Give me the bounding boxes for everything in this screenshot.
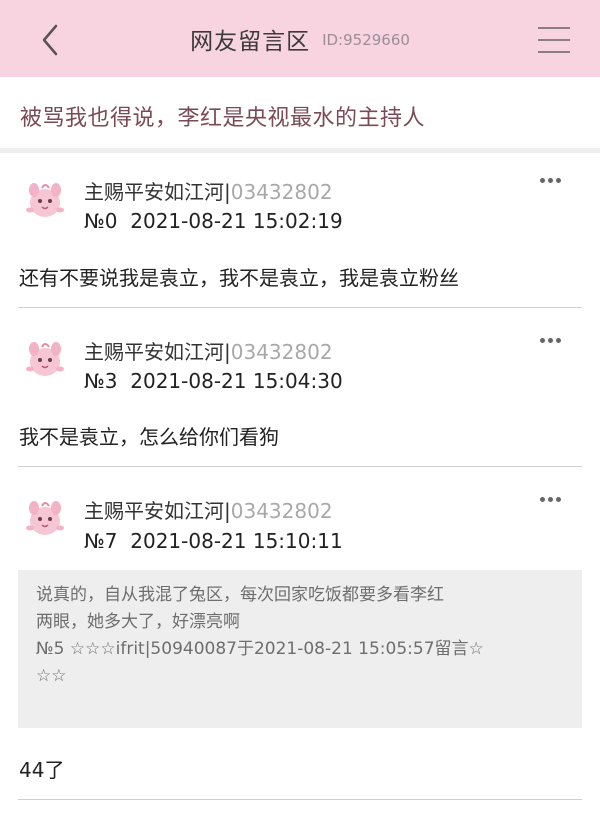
comment-meta: №3 2021-08-21 15:04:30: [84, 369, 343, 393]
comment-datetime: 2021-08-21 15:04:30: [130, 369, 343, 393]
avatar-icon: [26, 501, 64, 535]
comment-number: №7: [84, 529, 118, 553]
author-name: 主赐平安如江河|: [84, 499, 231, 523]
comment-author[interactable]: 主赐平安如江河|03432802: [84, 336, 333, 365]
author-name: 主赐平安如江河|: [84, 340, 231, 364]
dot: [540, 178, 545, 183]
topic-id-label: ID:9529660: [322, 30, 410, 49]
menu-button[interactable]: [538, 27, 570, 53]
comment-datetime: 2021-08-21 15:10:11: [130, 529, 343, 553]
author-uid: 03432802: [230, 499, 333, 523]
more-options-button[interactable]: [538, 176, 564, 186]
dot: [540, 338, 545, 343]
comment-meta: №0 2021-08-21 15:02:19: [84, 209, 343, 233]
dot: [556, 178, 561, 183]
comment-divider: [18, 466, 582, 467]
comment-datetime: 2021-08-21 15:02:19: [130, 209, 343, 233]
hamburger-menu-icon-bar: [538, 51, 570, 53]
header-title-area: 网友留言区 ID:9529660: [0, 0, 600, 77]
avatar-icon: [26, 342, 64, 376]
dot: [548, 178, 553, 183]
author-name: 主赐平安如江河|: [84, 180, 231, 204]
comment-number: №0: [84, 209, 118, 233]
quote-source-line: ☆☆: [36, 666, 67, 686]
heading-divider: [0, 148, 600, 153]
topic-heading: 被骂我也得说，李红是央视最水的主持人: [20, 106, 426, 131]
author-uid: 03432802: [230, 340, 333, 364]
more-options-button[interactable]: [538, 336, 564, 346]
comment-content: 我不是袁立，怎么给你们看狗: [19, 425, 279, 449]
quote-text-line: 说真的，自从我混了兔区，每次回家吃饭都要多看李红: [36, 585, 444, 605]
quote-source-line: №5 ☆☆☆ifrit|50940087于2021-08-21 15:05:57…: [36, 639, 484, 659]
comment-divider: [18, 307, 582, 308]
dot: [556, 497, 561, 502]
dot: [548, 338, 553, 343]
avatar-icon: [26, 183, 64, 217]
page-title: 网友留言区: [190, 28, 311, 55]
dot: [548, 497, 553, 502]
comment-author[interactable]: 主赐平安如江河|03432802: [84, 176, 333, 205]
dot: [540, 497, 545, 502]
quote-text-line: 两眼，她多大了，好漂亮啊: [36, 612, 240, 632]
dot: [556, 338, 561, 343]
comment-content: 还有不要说我是袁立，我不是袁立，我是袁立粉丝: [19, 266, 459, 290]
comment-meta: №7 2021-08-21 15:10:11: [84, 529, 343, 553]
more-options-button[interactable]: [538, 495, 564, 505]
comment-content: 44了: [19, 758, 65, 782]
comment-divider: [18, 799, 582, 800]
comment-author[interactable]: 主赐平安如江河|03432802: [84, 495, 333, 524]
comment-number: №3: [84, 369, 118, 393]
hamburger-menu-icon: [538, 27, 570, 29]
quoted-reply: 说真的，自从我混了兔区，每次回家吃饭都要多看李红 两眼，她多大了，好漂亮啊 №5…: [18, 570, 582, 728]
author-uid: 03432802: [230, 180, 333, 204]
hamburger-menu-icon-bar: [538, 39, 570, 41]
